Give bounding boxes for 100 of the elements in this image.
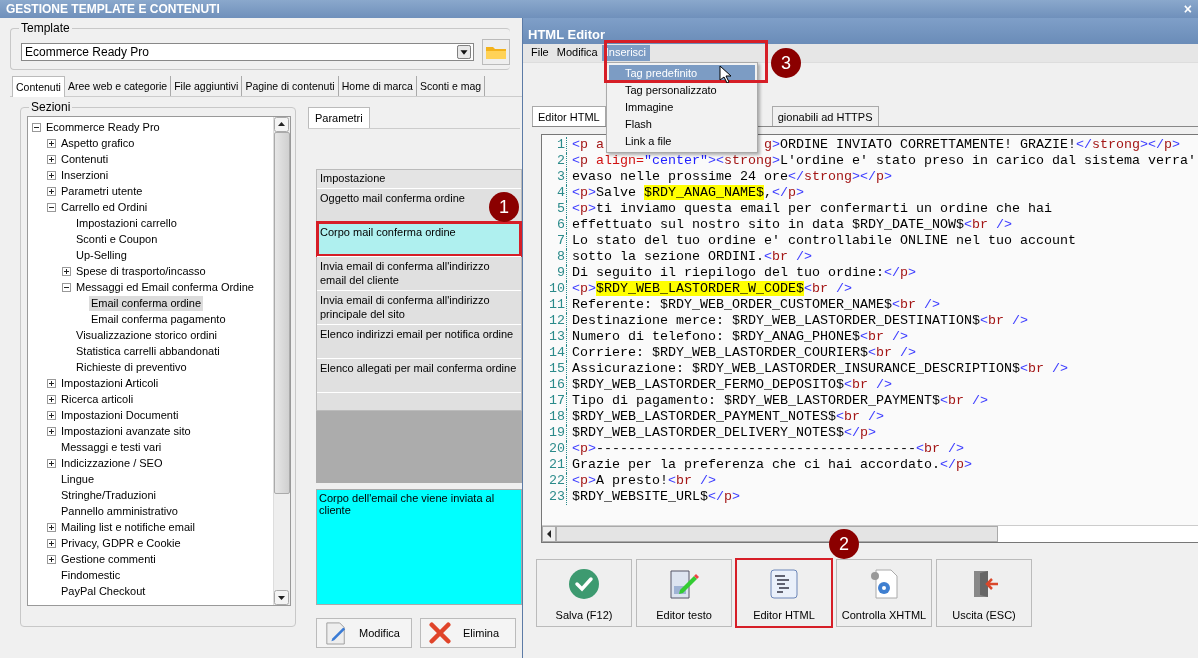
tab[interactable]: Editor HTML [532, 106, 606, 126]
tree-item[interactable]: Impostazioni Documenti [59, 407, 181, 423]
expander-icon[interactable] [47, 410, 56, 420]
table-row[interactable]: Elenco allegati per mail conferma ordine [317, 358, 521, 392]
delete-button[interactable]: Elimina [420, 618, 516, 648]
tree-item[interactable]: Lingue [59, 471, 97, 487]
expander-icon[interactable] [47, 394, 56, 404]
table-row[interactable]: Invia email di conferma all'indirizzo principale del sito [317, 290, 521, 324]
tree-item[interactable]: Impostazioni Articoli [59, 375, 161, 391]
tree-item[interactable]: Statistica carrelli abbandonati [74, 343, 222, 359]
tree-item[interactable]: Messaggi e testi vari [59, 439, 164, 455]
expander-icon[interactable] [47, 170, 56, 180]
column-header: Impostazione [317, 170, 521, 188]
template-dropdown[interactable]: Ecommerce Ready Pro [21, 43, 475, 61]
expander-icon[interactable] [47, 202, 56, 212]
line-number: 8 [542, 249, 567, 265]
code-line: <p>ti inviamo questa email per confermarti un ordine che hai [571, 201, 1052, 217]
expander-icon[interactable] [47, 138, 56, 148]
html-button[interactable]: Editor HTML [736, 559, 832, 627]
tab[interactable]: gionabili ad HTTPS [771, 106, 879, 126]
tree-item[interactable]: PayPal Checkout [59, 583, 148, 599]
line-number: 9 [542, 265, 567, 281]
expander-icon[interactable] [47, 186, 56, 196]
menu-item[interactable]: Flash [609, 116, 755, 133]
expander-icon[interactable] [47, 378, 56, 388]
tree-item[interactable]: Spese di trasporto/incasso [74, 263, 208, 279]
expander-icon[interactable] [32, 122, 41, 132]
tab[interactable]: Parametri [308, 107, 370, 128]
tree-item[interactable]: Inserzioni [59, 167, 111, 183]
callout-badge: 3 [771, 48, 801, 78]
tree-item[interactable]: Aspetto grafico [59, 135, 137, 151]
tree-item[interactable]: Email conferma ordine [89, 295, 204, 311]
expander-icon[interactable] [47, 458, 56, 468]
line-number: 1 [542, 137, 567, 153]
scroll-left-icon[interactable] [542, 526, 556, 542]
scroll-up-icon[interactable] [274, 117, 289, 132]
tree-item[interactable]: Email conferma pagamento [89, 311, 228, 327]
line-number: 19 [542, 425, 567, 441]
tree-item[interactable]: Stringhe/Traduzioni [59, 487, 158, 503]
menu-item[interactable]: Modifica [552, 45, 602, 61]
code-line: <p a [571, 137, 604, 153]
code-line: effettuato sul nostro sito in data $RDY_DATE_NOW$<br /> [571, 217, 1012, 233]
table-row[interactable]: Invia email di conferma all'indirizzo email del cliente [317, 256, 521, 290]
expander-icon[interactable] [62, 266, 71, 276]
code-line: Numero di telefono: $RDY_ANAG_PHONE$<br /> [571, 329, 908, 345]
table-row[interactable]: Elenco indirizzi email per notifica ordine [317, 324, 521, 358]
tree-item[interactable]: Up-Selling [74, 247, 129, 263]
menu-item[interactable]: Immagine [609, 99, 755, 116]
edit-button[interactable]: Modifica [316, 618, 412, 648]
tree-item[interactable]: Impostazioni avanzate sito [59, 423, 193, 439]
menu-item[interactable]: File [527, 45, 553, 61]
tree-item[interactable]: Richieste di preventivo [74, 359, 189, 375]
code-line: $RDY_WEB_LASTORDER_PAYMENT_NOTES$<br /> [571, 409, 884, 425]
table-row[interactable]: Corpo mail conferma ordine [317, 222, 521, 256]
code-line: $RDY_WEB_LASTORDER_DELIVERY_NOTES$</p> [571, 425, 876, 441]
code-line: $RDY_WEB_LASTORDER_FERMO_DEPOSITO$<br /> [571, 377, 892, 393]
tree-item[interactable]: Messaggi ed Email conferma Ordine [74, 279, 256, 295]
checkmark-icon [568, 568, 600, 600]
line-number: 23 [542, 489, 567, 505]
mouse-cursor-icon [719, 65, 731, 83]
line-number: 15 [542, 361, 567, 377]
menu-item[interactable]: Tag personalizzato [609, 82, 755, 99]
tree-item[interactable]: Indicizzazione / SEO [59, 455, 165, 471]
line-number: 18 [542, 409, 567, 425]
expander-icon[interactable] [47, 538, 56, 548]
text-button[interactable]: Editor testo [636, 559, 732, 627]
expander-icon[interactable] [47, 154, 56, 164]
menu-item[interactable]: Link a file [609, 133, 755, 150]
exit-button[interactable]: Uscita (ESC) [936, 559, 1032, 627]
code-line: Di seguito il riepilogo del tuo ordine:</p> [571, 265, 916, 281]
line-number: 16 [542, 377, 567, 393]
tab[interactable]: Contenuti [12, 76, 65, 97]
tree-item[interactable]: Pannello amministrativo [59, 503, 180, 519]
tree-item[interactable]: Visualizzazione storico ordini [74, 327, 220, 343]
line-number: 14 [542, 345, 567, 361]
tree-item[interactable]: Sconti e Coupon [74, 231, 160, 247]
code-line: Grazie per la preferenza che ci hai accordato.</p> [571, 457, 972, 473]
expander-icon[interactable] [47, 522, 56, 532]
code-line: Destinazione merce: $RDY_WEB_LASTORDER_DESTINATION$<br /> [571, 313, 1028, 329]
tree-item[interactable]: Parametri utente [59, 183, 145, 199]
expander-icon[interactable] [62, 282, 71, 292]
tree-item[interactable]: Mailing list e notifiche email [59, 519, 197, 535]
code-line: Tipo di pagamento: $RDY_WEB_LASTORDER_PAYMENT$<br /> [571, 393, 988, 409]
expander-icon[interactable] [47, 554, 56, 564]
tree-item[interactable]: Ecommerce Ready Pro [44, 119, 162, 135]
line-number: 11 [542, 297, 567, 313]
scroll-down-icon[interactable] [274, 590, 289, 605]
tree-item[interactable]: Impostazioni carrello [74, 215, 179, 231]
scrollbar[interactable] [273, 117, 290, 605]
save-button[interactable]: Salva (F12) [536, 559, 632, 627]
tree-item[interactable]: Carrello ed Ordini [59, 199, 150, 215]
tree-item[interactable]: Gestione commenti [59, 551, 158, 567]
expander-icon[interactable] [47, 426, 56, 436]
check-button[interactable]: Controlla XHTML [836, 559, 932, 627]
tree-item[interactable]: Contenuti [59, 151, 111, 167]
tree-item[interactable]: Findomestic [59, 567, 123, 583]
tree-item[interactable]: Ricerca articoli [59, 391, 136, 407]
code-line: Assicurazione: $RDY_WEB_LASTORDER_INSURANCE_DESCRIPTION$<br /> [571, 361, 1068, 377]
code-line: evaso nelle prossime 24 ore</strong></p> [571, 169, 892, 185]
tree-item[interactable]: Privacy, GDPR e Cookie [59, 535, 183, 551]
